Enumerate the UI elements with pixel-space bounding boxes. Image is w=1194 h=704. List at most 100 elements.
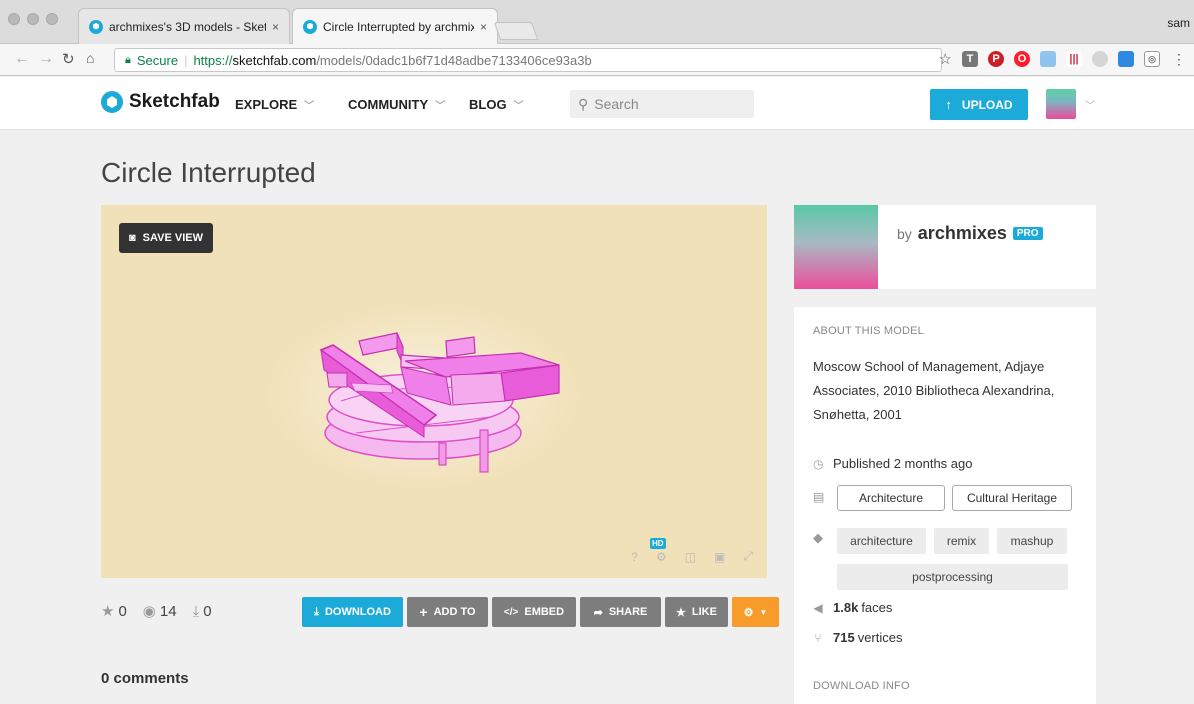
doc-extension-icon[interactable] [1040,51,1056,67]
search-input[interactable]: ⚲ Search [570,90,754,118]
download-info-title: DOWNLOAD INFO [813,680,910,692]
embed-frame-icon[interactable]: ▣ [714,550,725,564]
window-zoom-dot[interactable] [46,13,58,25]
extension-t-icon[interactable]: T [962,51,978,67]
url-scheme: https:// [193,52,233,68]
plus-icon: + [419,604,428,620]
window-close-dot[interactable] [8,13,20,25]
chevron-down-icon[interactable]: ﹀ [1085,97,1095,112]
chevron-down-icon: ﹀ [513,101,524,112]
nav-label: COMMUNITY [348,97,429,112]
clock-icon: ◷ [813,456,824,471]
extension-bar: ☆ T P O ||| ◎ ⋮ [939,50,1186,69]
help-icon[interactable]: ? [631,550,638,564]
hd-badge: HD [649,537,666,549]
tab-close-icon[interactable]: × [266,20,279,34]
bookmark-star-icon[interactable]: ☆ [939,50,952,68]
published-row: ◷ Published 2 months ago [813,456,972,471]
share-button[interactable]: ➦ SHARE [580,597,661,627]
code-icon: </> [503,606,519,618]
tab-title: Circle Interrupted by archmixe [323,19,474,34]
category-architecture[interactable]: Architecture [837,485,945,511]
triangle-icon: ◀ [813,600,823,615]
view-count: ◉ 14 [143,602,177,620]
page-scrollbar[interactable] [1188,130,1194,600]
pro-badge: PRO [1012,227,1043,240]
page-title: Circle Interrupted [101,157,316,188]
comments-count: 0 comments [101,670,189,687]
by-label: by [897,226,912,242]
user-avatar[interactable] [1046,89,1076,119]
back-arrow-icon[interactable]: ← [14,50,30,68]
cloud-extension-icon[interactable] [1092,51,1108,67]
secure-label: Secure [136,52,179,68]
download-count: ⤓ 0 [193,603,212,620]
model-viewer[interactable]: ◙ SAVE VIEW ? ⚙ HD ◫ ▣ ⤢ [101,205,767,578]
download-label: DOWNLOAD [324,606,391,618]
new-tab-button[interactable] [493,22,539,40]
author-name-link[interactable]: archmixes [918,223,1007,244]
search-icon: ⚲ [578,95,589,112]
tag-remix[interactable]: remix [934,528,989,554]
share-label: SHARE [608,606,648,618]
tag-architecture[interactable]: architecture [837,528,926,554]
embed-button[interactable]: </> EMBED [492,597,576,627]
settings-gear-icon[interactable]: ⚙ HD [649,537,667,564]
tag-label: postprocessing [912,570,993,584]
about-section-title: ABOUT THIS MODEL [813,325,924,337]
download-count-value: 0 [203,602,212,620]
category-label: Cultural Heritage [966,491,1058,505]
url-host: sketchfab.com [232,52,317,68]
pinterest-icon[interactable]: P [988,51,1004,67]
window-minimize-dot[interactable] [27,13,39,25]
category-cultural-heritage[interactable]: Cultural Heritage [952,485,1072,511]
like-count: ★ 0 [101,602,127,620]
browser-profile-name[interactable]: sam [1167,16,1190,30]
tab-close-icon[interactable]: × [474,20,487,34]
embed-label: EMBED [524,606,565,618]
tag-mashup[interactable]: mashup [997,528,1067,554]
bars-extension-icon[interactable]: ||| [1066,51,1082,67]
browser-tab-1[interactable]: archmixes's 3D models - Sketc × [78,8,290,44]
model-info-card: ABOUT THIS MODEL Moscow School of Manage… [794,307,1096,704]
download-button[interactable]: ⤓ DOWNLOAD [302,597,403,627]
nav-blog[interactable]: BLOG ﹀ [469,97,524,112]
reload-icon[interactable]: ↻ [62,50,75,68]
like-button[interactable]: ★ LIKE [665,597,728,627]
tag-postprocessing[interactable]: postprocessing [837,564,1068,590]
author-card: by archmixes PRO [794,205,1096,289]
upload-arrow-icon: ↑ [945,97,952,112]
upload-label: UPLOAD [961,97,1013,112]
model-settings-dropdown[interactable]: ⚙ ▼ [732,597,779,627]
upload-button[interactable]: ↑ UPLOAD [930,89,1028,120]
address-divider: | [184,52,188,68]
archive-box-icon: ▤ [813,490,825,504]
browser-tab-2[interactable]: Circle Interrupted by archmixe × [292,8,498,44]
url-path: /models/0dadc1b6f71d48adbe7133406ce93a3b [316,52,592,68]
vr-icon[interactable]: ◫ [685,550,696,564]
nav-label: EXPLORE [235,97,298,112]
faces-label: faces [861,600,893,615]
logo-text: Sketchfab [129,91,220,112]
view-count-value: 14 [159,603,177,620]
resize-extension-icon[interactable] [1118,51,1134,67]
share-arrow-icon: ➦ [593,606,603,619]
add-to-button[interactable]: + ADD TO [407,597,488,627]
vertex-icon: ⑂ [814,630,822,645]
nav-explore[interactable]: EXPLORE ﹀ [235,97,314,112]
address-bar[interactable]: 🔒︎ Secure | https:// sketchfab.com /mode… [114,48,942,72]
forward-arrow-icon[interactable]: → [38,50,54,68]
camera-extension-icon[interactable]: ◎ [1144,51,1160,67]
author-avatar[interactable] [794,205,878,289]
vertices-label: vertices [857,630,903,645]
fullscreen-icon[interactable]: ⤢ [743,549,753,564]
opera-icon[interactable]: O [1014,51,1030,67]
sketchfab-logo[interactable]: Sketchfab [101,91,220,113]
model-actions: ⤓ DOWNLOAD + ADD TO </> EMBED ➦ SHARE ★ … [302,597,779,627]
home-icon[interactable]: ⌂ [86,50,94,66]
3d-model-render[interactable] [101,205,767,578]
tag-icon: ◆ [813,530,823,545]
nav-community[interactable]: COMMUNITY ﹀ [348,97,445,112]
browser-menu-icon[interactable]: ⋮ [1172,51,1186,68]
sketchfab-favicon-icon [303,19,317,34]
